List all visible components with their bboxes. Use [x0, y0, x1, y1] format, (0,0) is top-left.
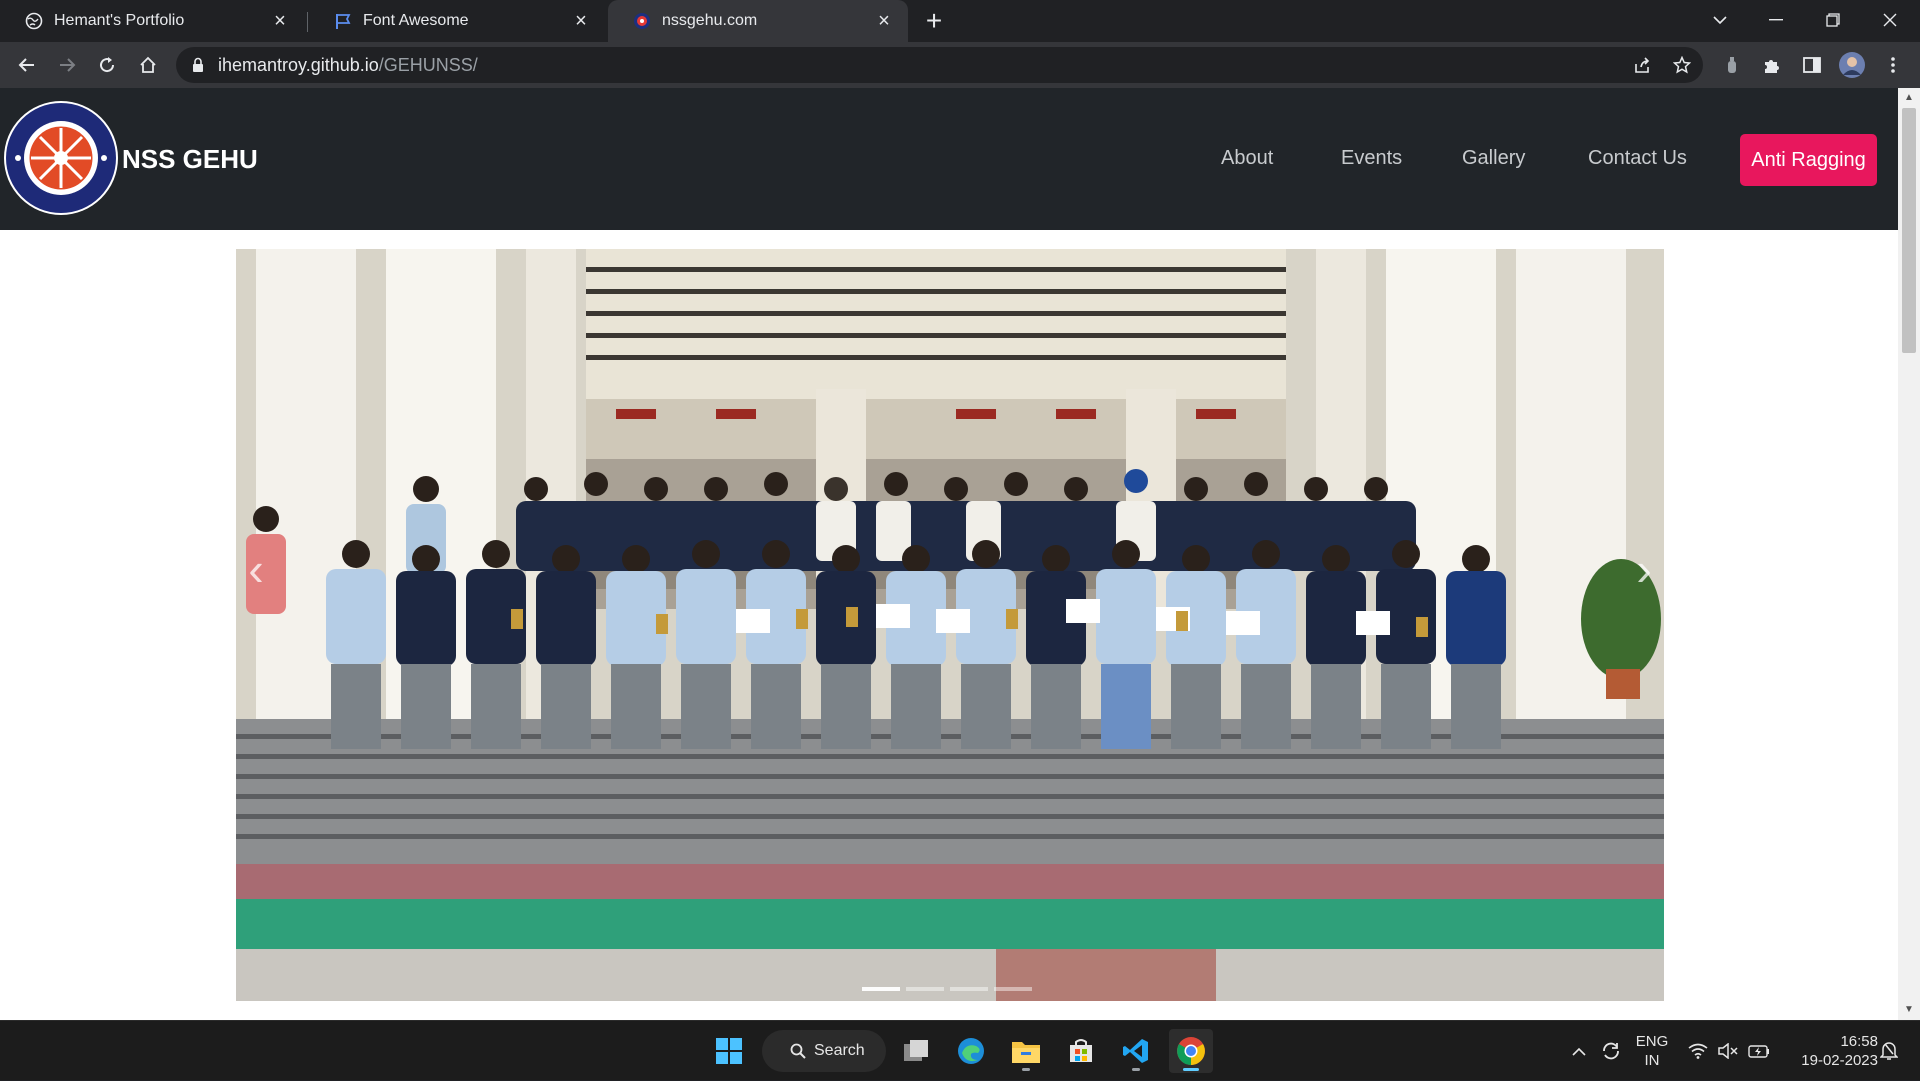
nss-logo-icon [632, 11, 652, 31]
home-icon[interactable] [133, 50, 163, 80]
tab-font-awesome[interactable]: Font Awesome × [309, 0, 605, 42]
tab-search-chevron-icon[interactable] [1692, 0, 1748, 40]
tab-title: nssgehu.com [662, 12, 758, 29]
nav-about[interactable]: About [1221, 147, 1273, 170]
wifi-icon[interactable] [1685, 1021, 1711, 1081]
running-indicator [1022, 1068, 1030, 1071]
extension-bottle-icon[interactable] [1719, 52, 1745, 78]
globe-icon [24, 11, 44, 31]
tab-nssgehu[interactable]: nssgehu.com × [608, 0, 908, 42]
site-navbar: NSS GEHU About Events Gallery Contact Us… [0, 88, 1898, 230]
close-tab-icon[interactable]: × [571, 11, 591, 31]
brand-title[interactable]: NSS GEHU [122, 144, 258, 175]
speaker-muted-icon[interactable] [1715, 1021, 1741, 1081]
language-line-1: ENG [1635, 1033, 1669, 1050]
chevron-left-icon: ‹ [248, 543, 264, 595]
microsoft-store-icon[interactable] [1059, 1029, 1103, 1073]
flag-icon [333, 11, 353, 31]
reload-icon[interactable] [92, 50, 122, 80]
clock-time: 16:58 [1840, 1033, 1878, 1050]
lock-icon[interactable] [192, 57, 204, 78]
carousel-next-button[interactable]: › [1624, 539, 1664, 599]
taskbar-search[interactable]: Search [762, 1030, 886, 1072]
language-indicator[interactable]: ENG IN [1632, 1032, 1672, 1070]
active-indicator [1183, 1068, 1199, 1071]
page-scrollbar[interactable]: ▲ ▼ [1898, 88, 1920, 1020]
nss-logo[interactable] [2, 99, 120, 217]
carousel-prev-button[interactable]: ‹ [236, 539, 276, 599]
notifications-bell-icon[interactable] [1874, 1021, 1904, 1081]
scroll-up-arrow-icon[interactable]: ▲ [1903, 92, 1915, 104]
minimize-icon[interactable] [1748, 0, 1804, 40]
chrome-icon[interactable] [1169, 1029, 1213, 1073]
tray-chevron-up-icon[interactable] [1566, 1021, 1592, 1081]
url-host: ihemantroy.github.io [218, 55, 379, 75]
address-bar[interactable]: ihemantroy.github.io/GEHUNSS/ [176, 47, 1703, 83]
vscode-icon[interactable] [1114, 1029, 1158, 1073]
browser-tab-strip: Hemant's Portfolio × Font Awesome × nssg… [0, 0, 1920, 42]
tab-title: Font Awesome [363, 12, 469, 29]
kebab-menu-icon[interactable] [1880, 52, 1906, 78]
back-arrow-icon[interactable] [12, 50, 42, 80]
carousel-indicator-4[interactable] [994, 987, 1032, 991]
carousel-indicator-3[interactable] [950, 987, 988, 991]
bookmark-star-icon[interactable] [1669, 52, 1695, 78]
tab-hemants-portfolio[interactable]: Hemant's Portfolio × [0, 0, 304, 42]
tab-divider [307, 12, 308, 32]
chevron-right-icon: › [1636, 543, 1652, 595]
forward-arrow-icon[interactable] [52, 50, 82, 80]
windows-taskbar: Search ENG IN 16:58 19-02-2023 [0, 1020, 1920, 1080]
scroll-down-arrow-icon[interactable]: ▼ [1903, 1004, 1915, 1016]
close-tab-icon[interactable]: × [270, 11, 290, 31]
tab-title: Hemant's Portfolio [54, 12, 185, 29]
edge-icon[interactable] [949, 1029, 993, 1073]
clock[interactable]: 16:58 19-02-2023 [1782, 1032, 1878, 1070]
nav-events[interactable]: Events [1341, 147, 1402, 170]
new-tab-button[interactable]: + [921, 7, 947, 35]
nav-contact-us[interactable]: Contact Us [1588, 147, 1687, 170]
running-indicator [1132, 1068, 1140, 1071]
restore-icon[interactable] [1805, 0, 1861, 40]
close-tab-icon[interactable]: × [874, 11, 894, 31]
carousel-indicator-1[interactable] [862, 987, 900, 991]
extensions-puzzle-icon[interactable] [1759, 52, 1785, 78]
share-icon[interactable] [1629, 52, 1655, 78]
search-icon [790, 1043, 806, 1059]
battery-charging-icon[interactable] [1745, 1021, 1773, 1081]
side-panel-icon[interactable] [1799, 52, 1825, 78]
scrollbar-thumb[interactable] [1902, 108, 1916, 353]
task-view-icon[interactable] [894, 1029, 938, 1073]
start-windows-icon[interactable] [707, 1029, 751, 1073]
file-explorer-icon[interactable] [1004, 1029, 1048, 1073]
taskbar-search-label: Search [814, 1042, 865, 1059]
sync-icon[interactable] [1597, 1021, 1625, 1081]
profile-avatar[interactable] [1839, 52, 1865, 78]
clock-date: 19-02-2023 [1801, 1052, 1878, 1069]
group-photo [236, 249, 1664, 1001]
anti-ragging-button[interactable]: Anti Ragging [1740, 134, 1877, 186]
page-viewport: NSS GEHU About Events Gallery Contact Us… [0, 88, 1920, 1020]
carousel-indicators [862, 987, 1032, 991]
close-window-icon[interactable] [1862, 0, 1918, 40]
browser-toolbar: ihemantroy.github.io/GEHUNSS/ [0, 42, 1920, 88]
language-line-2: IN [1644, 1052, 1660, 1069]
nav-gallery[interactable]: Gallery [1462, 147, 1525, 170]
url-text[interactable]: ihemantroy.github.io/GEHUNSS/ [218, 55, 478, 76]
hero-carousel: ‹ › [236, 249, 1664, 1001]
carousel-indicator-2[interactable] [906, 987, 944, 991]
url-path: /GEHUNSS/ [378, 55, 478, 75]
